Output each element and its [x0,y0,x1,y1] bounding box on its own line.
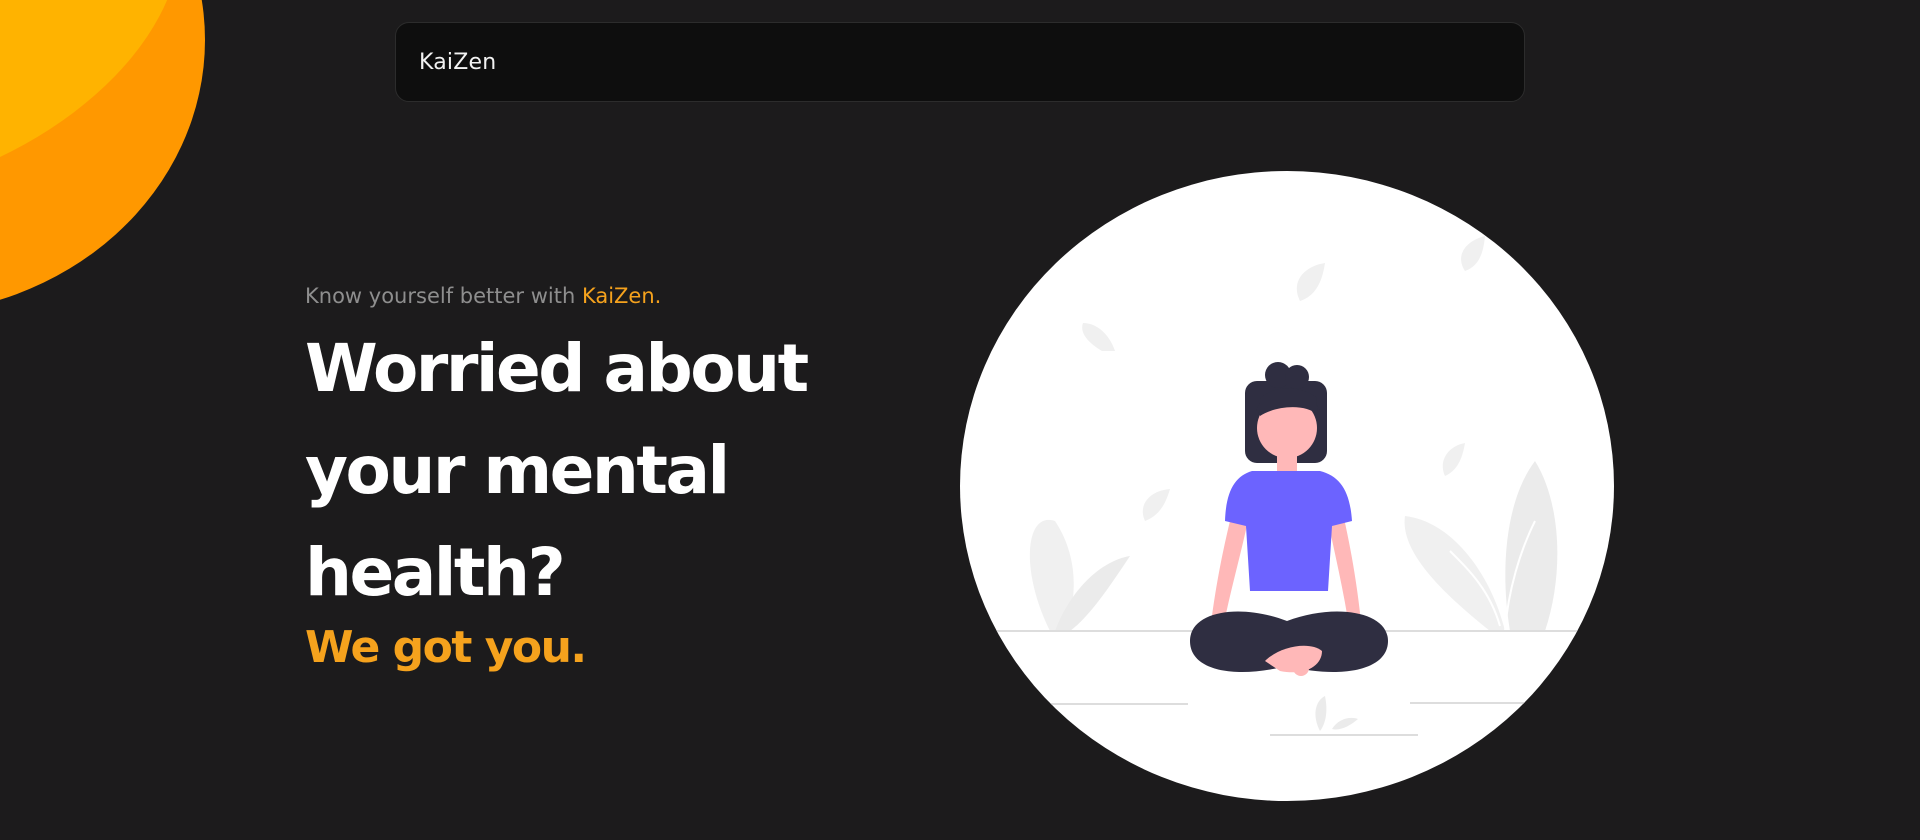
hero-text: Know yourself better with KaiZen. Worrie… [305,284,905,673]
tagline-brand: KaiZen [581,284,655,308]
hero-headline: Worried about your mental health? [305,318,905,624]
headline-line-3: health? [305,534,566,611]
hero-tagline: Know yourself better with KaiZen. [305,284,905,308]
tagline-prefix: Know yourself better with [305,284,582,308]
headline-line-1: Worried about [305,330,809,407]
headline-line-2: your mental [305,432,730,509]
tagline-suffix: . [654,284,662,308]
landing-page: KaiZen Know yourself better with KaiZen.… [0,0,1920,840]
brand-logo-text[interactable]: KaiZen [419,50,496,75]
decorative-sun-blob [0,0,205,300]
meditation-illustration-icon [960,171,1614,801]
navbar: KaiZen [395,22,1525,102]
hero-subheadline: We got you. [305,622,587,673]
